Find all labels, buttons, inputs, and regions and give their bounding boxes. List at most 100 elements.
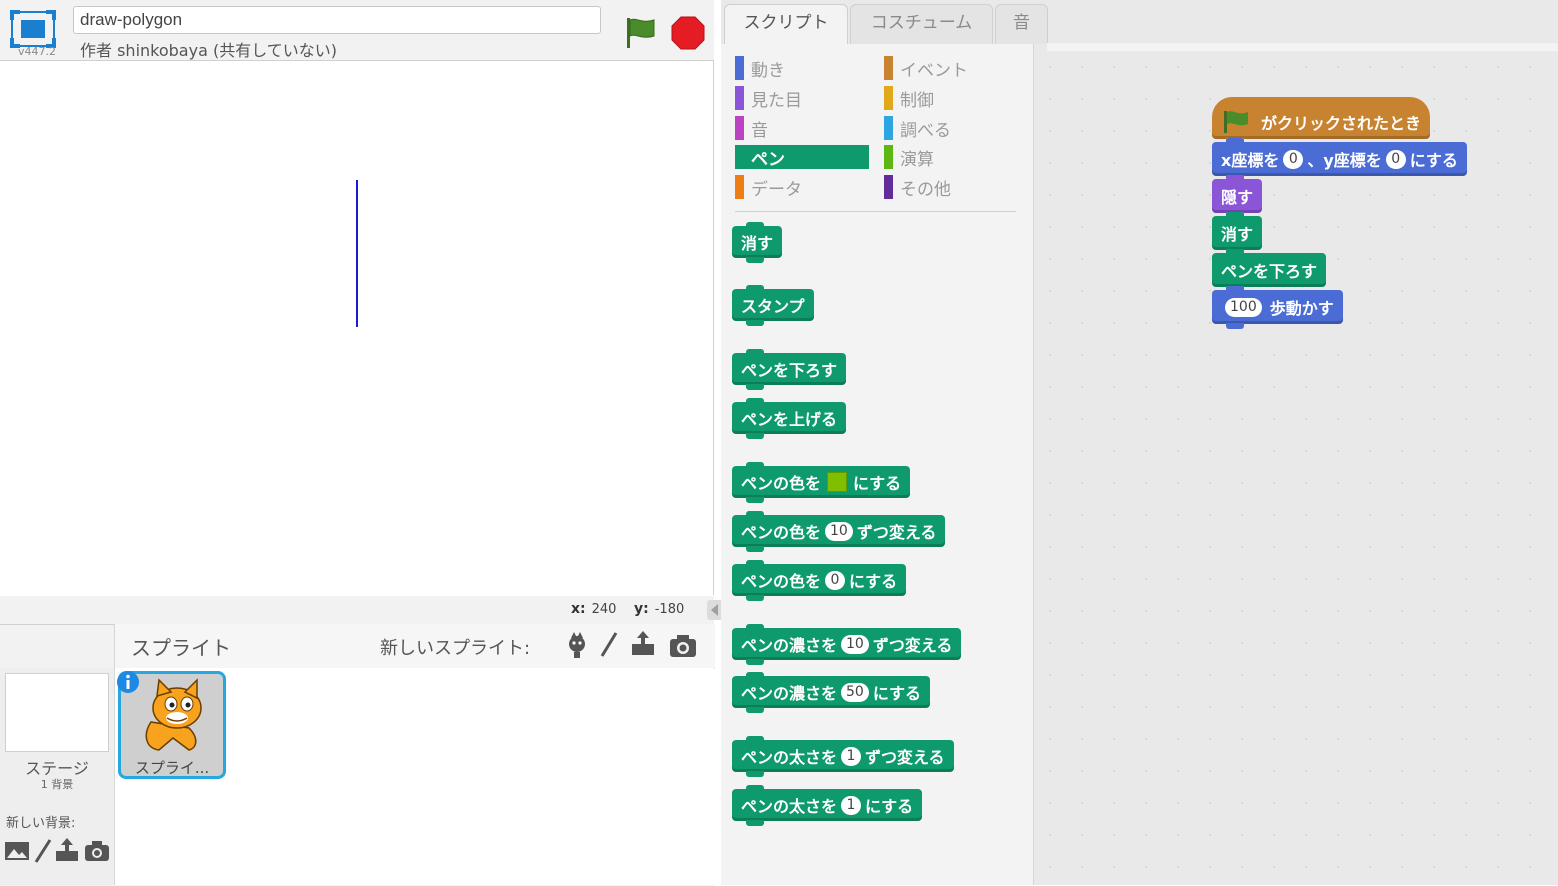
palette-pen-down-block[interactable]: ペンを下ろす — [732, 349, 847, 390]
sprite-library-icon[interactable] — [562, 630, 592, 660]
category-label: イベント — [900, 60, 968, 81]
number-input[interactable]: 100 — [1225, 297, 1262, 317]
number-input[interactable]: 1 — [841, 795, 862, 815]
block-text: がクリックされたとき — [1261, 114, 1422, 133]
block-text: にする — [853, 474, 902, 493]
stage-canvas[interactable] — [0, 61, 714, 595]
palette-change-pen-color-block[interactable]: ペンの色を 10 ずつ変える — [732, 511, 946, 552]
category-swatch — [735, 145, 744, 169]
tab-costumes[interactable]: コスチューム — [850, 4, 993, 44]
upload-backdrop-icon[interactable] — [54, 836, 80, 864]
category-divider — [735, 211, 1016, 212]
palette-stamp-block[interactable]: スタンプ — [732, 285, 814, 326]
block-text: ペンの色を — [741, 523, 822, 542]
block-text: にする — [849, 572, 898, 591]
number-input[interactable]: 0 — [1385, 149, 1406, 169]
block-text: 、y座標を — [1307, 151, 1382, 170]
category-data[interactable]: データ — [735, 175, 802, 200]
category-label: 制御 — [900, 90, 934, 111]
script-area-top — [1047, 43, 1558, 51]
number-input[interactable]: 10 — [841, 634, 869, 654]
category-swatch — [884, 145, 893, 169]
category-label: 音 — [751, 120, 768, 141]
fullscreen-icon[interactable] — [10, 10, 56, 48]
category-more[interactable]: その他 — [884, 175, 951, 200]
number-input[interactable]: 1 — [841, 746, 862, 766]
go-to-xy-block[interactable]: x座標を 0 、y座標を 0 にする — [1212, 138, 1467, 181]
category-label: 見た目 — [751, 90, 802, 111]
camera-icon[interactable] — [668, 631, 698, 661]
block-text: ペンの濃さを — [741, 636, 838, 655]
category-swatch — [735, 86, 744, 110]
block-text: ペンの太さを — [741, 797, 838, 816]
paint-backdrop-icon[interactable] — [32, 838, 54, 864]
number-input[interactable]: 50 — [841, 682, 869, 702]
category-swatch — [884, 86, 893, 110]
category-swatch — [735, 116, 744, 140]
version-label: v447.2 — [18, 45, 57, 58]
green-flag-icon[interactable] — [622, 15, 658, 51]
palette-pen-up-block[interactable]: ペンを上げる — [732, 398, 847, 439]
info-icon[interactable] — [116, 670, 140, 694]
palette-change-pen-size-block[interactable]: ペンの太さを 1 ずつ変える — [732, 736, 954, 777]
move-steps-block[interactable]: 100 歩動かす — [1212, 286, 1343, 329]
palette-clear-block[interactable]: 消す — [732, 222, 783, 263]
new-backdrop-label: 新しい背景: — [6, 816, 76, 831]
category-control[interactable]: 制御 — [884, 86, 934, 111]
block-text: にする — [865, 797, 914, 816]
sprite-name: スプライ... — [134, 759, 210, 777]
y-label: y: — [634, 601, 649, 617]
category-swatch — [884, 116, 893, 140]
block-text: ペンの太さを — [741, 748, 838, 767]
block-text: x座標を — [1221, 151, 1280, 170]
stage-thumbnail[interactable] — [5, 673, 109, 752]
category-sensing[interactable]: 調べる — [884, 116, 951, 141]
category-motion[interactable]: 動き — [735, 56, 785, 81]
y-value: -180 — [654, 602, 685, 617]
when-flag-clicked-block[interactable]: がクリックされたとき — [1212, 97, 1431, 144]
category-swatch — [735, 175, 744, 199]
color-swatch[interactable] — [827, 472, 848, 492]
hide-block[interactable]: 隠す — [1212, 175, 1263, 218]
project-title-input[interactable] — [73, 6, 601, 34]
category-label: データ — [751, 179, 802, 200]
pen-down-block[interactable]: ペンを下ろす — [1212, 249, 1327, 292]
block-text: ペンを下ろす — [741, 361, 838, 380]
category-operators[interactable]: 演算 — [884, 145, 934, 170]
sprite-pane-title: スプライト — [131, 636, 231, 660]
green-flag-icon — [1224, 111, 1248, 133]
stop-sign-icon[interactable] — [670, 15, 706, 51]
block-text: ずつ変える — [872, 636, 953, 655]
tab-scripts[interactable]: スクリプト — [724, 4, 848, 48]
backdrop-count: 1 背景 — [40, 778, 74, 791]
x-value: 240 — [591, 602, 617, 617]
block-text: スタンプ — [741, 297, 805, 316]
backdrop-library-icon[interactable] — [4, 838, 30, 864]
category-looks[interactable]: 見た目 — [735, 86, 802, 111]
block-text: ずつ変える — [856, 523, 937, 542]
tab-sounds[interactable]: 音 — [995, 4, 1048, 44]
number-input[interactable]: 0 — [1283, 149, 1304, 169]
mouse-x-readout: x: 240 — [571, 601, 616, 617]
category-events[interactable]: イベント — [884, 56, 968, 81]
number-input[interactable]: 0 — [825, 570, 846, 590]
category-pen[interactable]: ペン — [735, 145, 869, 170]
palette-change-pen-shade-block[interactable]: ペンの濃さを 10 ずつ変える — [732, 624, 962, 665]
block-text: ペンを上げる — [741, 410, 838, 429]
palette-set-pen-size-block[interactable]: ペンの太さを 1 にする — [732, 785, 923, 826]
new-sprite-label: 新しいスプライト: — [380, 638, 531, 659]
upload-icon[interactable] — [628, 628, 658, 658]
palette-set-pen-color-num-block[interactable]: ペンの色を 0 にする — [732, 560, 907, 601]
category-label: ペン — [751, 149, 785, 170]
block-text: 歩動かす — [1269, 299, 1334, 318]
category-label: その他 — [900, 179, 951, 200]
paint-brush-icon[interactable] — [594, 630, 624, 660]
number-input[interactable]: 10 — [825, 521, 853, 541]
palette-set-pen-shade-block[interactable]: ペンの濃さを 50 にする — [732, 672, 931, 713]
clear-block[interactable]: 消す — [1212, 212, 1263, 255]
camera-backdrop-icon[interactable] — [84, 839, 110, 863]
pen-drawn-line — [356, 180, 358, 327]
script-area[interactable] — [1034, 51, 1558, 885]
palette-set-pen-color-block[interactable]: ペンの色を にする — [732, 462, 911, 503]
category-sound[interactable]: 音 — [735, 116, 768, 141]
